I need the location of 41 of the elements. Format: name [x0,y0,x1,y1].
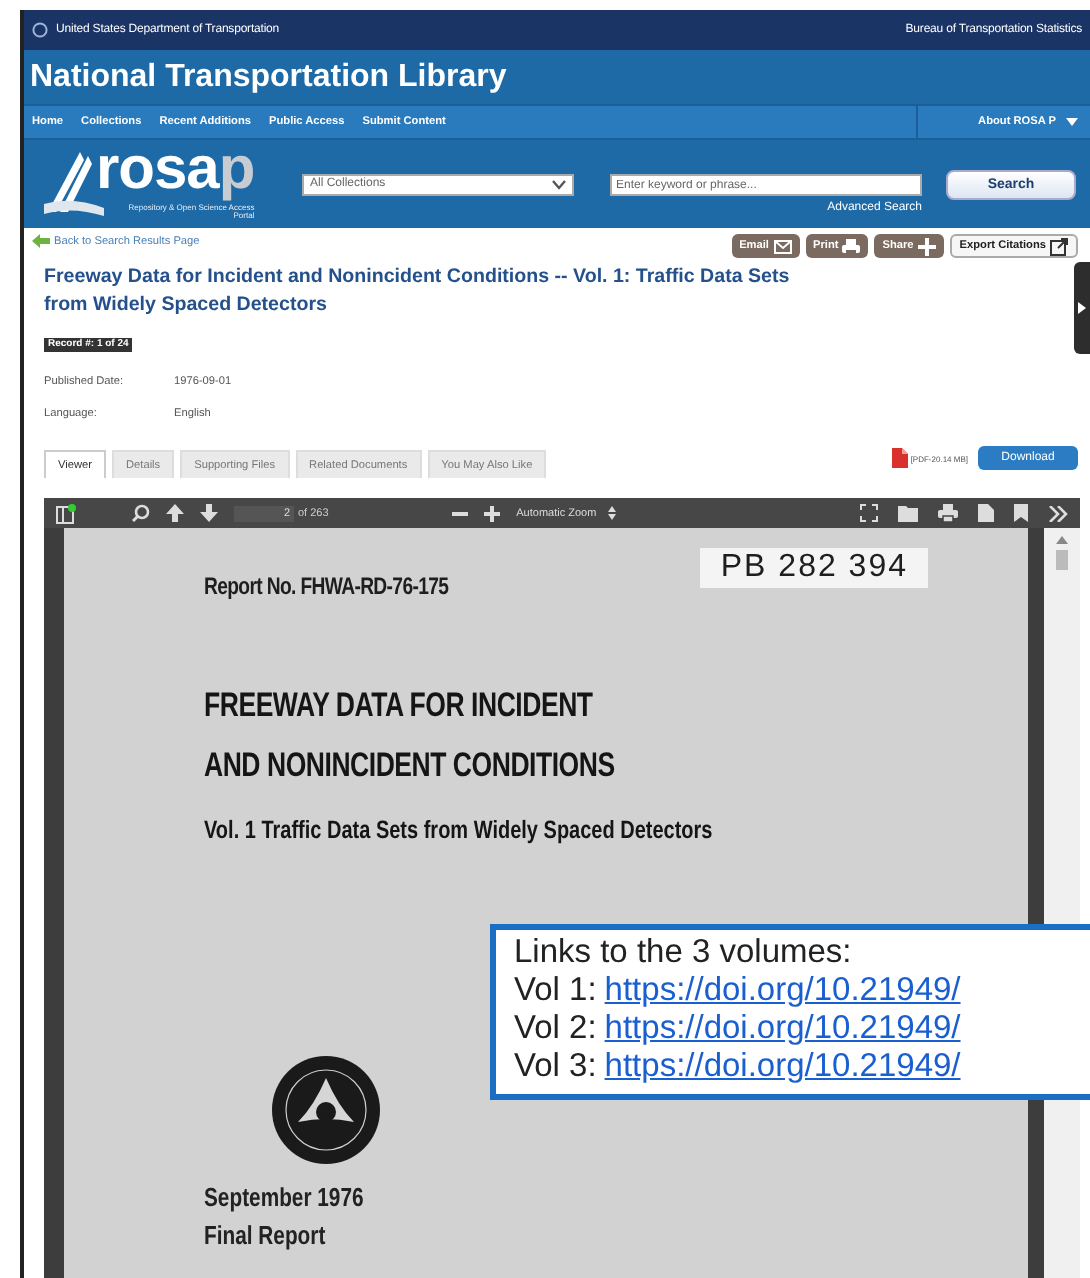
arrow-down-icon[interactable] [200,504,218,522]
arrow-left-icon [32,234,50,248]
search-icon[interactable] [132,504,150,522]
envelope-icon [773,237,791,255]
caret-icon [1066,118,1078,126]
document-subtitle: Vol. 1 Traffic Data Sets from Widely Spaced Detectors [204,816,715,844]
plus-icon[interactable] [484,505,501,521]
printer-icon [842,237,861,255]
logo-wordmark: rosap [96,139,255,203]
updown-icon [608,506,617,520]
arrow-up-icon[interactable] [166,504,184,522]
report-number: Report No. FHWA-RD-76-175 [204,572,449,600]
plus-icon [917,237,936,255]
printer-icon[interactable] [938,504,958,522]
document-type: Final Report [204,1220,328,1250]
document-stamp: PB 282 394 [700,548,928,588]
volume-label: Vol 1: [514,972,597,1010]
doi-link[interactable]: https://doi.org/10.21949/ [604,972,961,1010]
doi-link[interactable]: https://doi.org/10.21949/ [604,1010,961,1048]
chevron-down-icon [552,179,566,189]
document-title: FREEWAY DATA FOR INCIDENT AND NONINCIDENT CONDITIONS [204,684,617,788]
double-chevron-icon[interactable] [1048,505,1068,521]
pdf-file-icon [892,448,909,468]
volume-label: Vol 3: [514,1048,597,1086]
sidebar-toggle-icon[interactable] [56,503,76,523]
folder-icon[interactable] [898,504,918,522]
document-date: September 1976 [204,1182,366,1212]
external-link-icon [1050,237,1068,255]
record-title: Freeway Data for Incident and Nonincident Conditions -- Vol. 1: Traffic Data Sets from Widely Spaced Detectors [44,264,792,320]
caret-right-icon [1078,302,1086,314]
scroll-thumb[interactable] [1056,550,1068,570]
doi-link[interactable]: https://doi.org/10.21949/ [604,1048,961,1086]
scroll-up-icon[interactable] [1056,536,1068,544]
document-icon[interactable] [978,504,994,522]
triangle-emblem-icon [270,1054,382,1166]
callout-heading: Links to the 3 volumes: [514,934,854,972]
volume-label: Vol 2: [514,1010,597,1048]
sidebar-toggle[interactable] [1074,262,1090,354]
site-title[interactable]: National Transportation Library [24,50,1090,104]
bookmark-icon[interactable] [1014,504,1028,522]
fullscreen-icon[interactable] [860,504,878,522]
